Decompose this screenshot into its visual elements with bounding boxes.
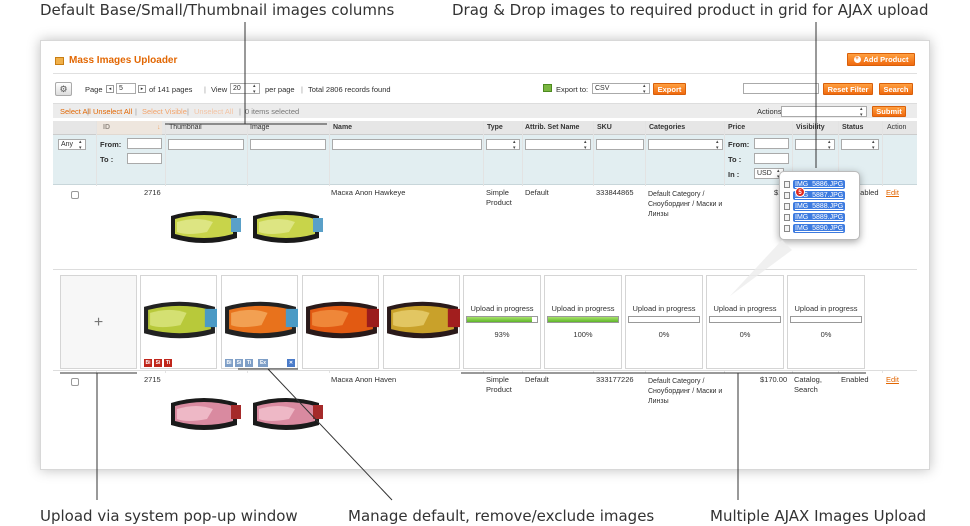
callout-leaders — [60, 22, 866, 501]
drag-shadow — [730, 240, 792, 296]
leader-line — [267, 368, 393, 501]
